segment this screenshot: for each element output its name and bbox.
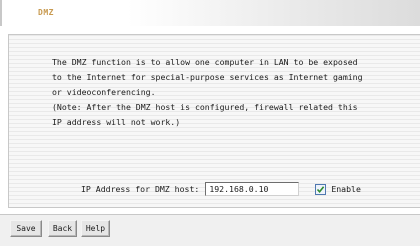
enable-label: Enable <box>331 184 361 194</box>
checkmark-icon <box>317 185 325 193</box>
dmz-host-row: IP Address for DMZ host: 192.168.0.10 En… <box>81 180 361 198</box>
description-line: The DMZ function is to allow one compute… <box>52 57 358 67</box>
dmz-description: The DMZ function is to allow one compute… <box>52 55 412 130</box>
enable-control: Enable <box>315 183 361 195</box>
action-bar: Save Back Help <box>0 214 420 246</box>
description-line: or videoconferencing. <box>52 87 156 97</box>
dmz-settings-page: DMZ The DMZ function is to allow one com… <box>0 0 420 246</box>
dmz-host-ip-input[interactable]: 192.168.0.10 <box>205 182 300 196</box>
help-button[interactable]: Help <box>81 220 110 237</box>
page-title: DMZ <box>38 8 54 17</box>
dmz-content-panel: The DMZ function is to allow one compute… <box>8 34 420 208</box>
page-header: DMZ <box>0 0 420 26</box>
dmz-host-ip-label: IP Address for DMZ host: <box>81 184 200 194</box>
note-line: (Note: After the DMZ host is configured,… <box>52 102 358 112</box>
description-line: to the Internet for special-purpose serv… <box>52 72 363 82</box>
note-line: IP address will not work.) <box>52 117 181 127</box>
enable-checkbox[interactable] <box>315 183 327 195</box>
save-button[interactable]: Save <box>10 220 42 237</box>
back-button[interactable]: Back <box>48 220 77 237</box>
